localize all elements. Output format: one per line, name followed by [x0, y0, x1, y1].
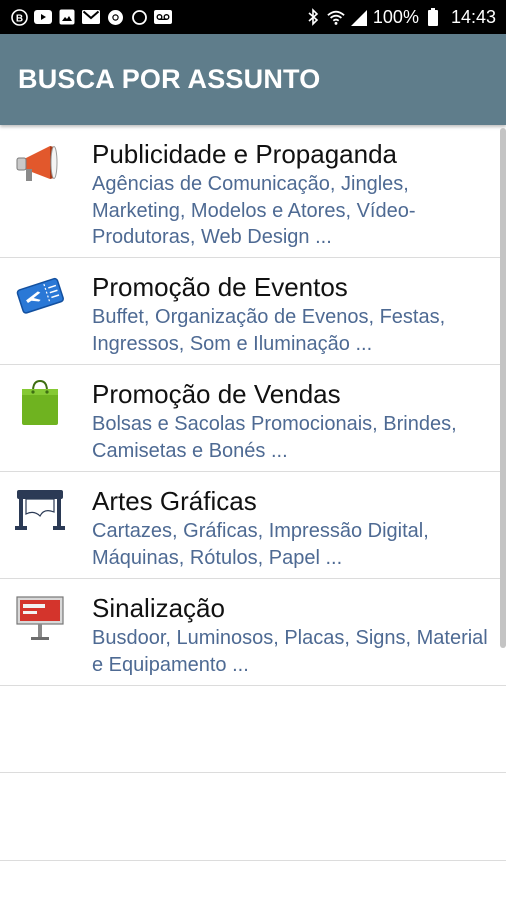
empty-row-divider — [0, 860, 506, 861]
category-description: Agências de Comunicação, Jingles, Market… — [92, 173, 416, 248]
notification-icons: B — [10, 8, 172, 26]
svg-text:B: B — [15, 13, 22, 24]
category-item-vendas[interactable]: Promoção de Vendas Bolsas e Sacolas Prom… — [0, 365, 506, 472]
bluetooth-icon — [304, 8, 322, 26]
page-title: BUSCA POR ASSUNTO — [18, 64, 321, 94]
chrome-icon — [106, 8, 124, 26]
category-title: Sinalização — [92, 593, 225, 623]
battery-percent: 100% — [372, 6, 419, 27]
wifi-icon — [327, 8, 345, 26]
category-description: Cartazes, Gráficas, Impressão Digital, M… — [92, 520, 429, 569]
ticket-icon — [14, 274, 66, 322]
category-item-artes-graficas[interactable]: Artes Gráficas Cartazes, Gráficas, Impre… — [0, 472, 506, 579]
category-item-publicidade[interactable]: Publicidade e Propaganda Agências de Com… — [0, 125, 506, 258]
system-status: 100% 14:43 — [304, 7, 496, 28]
gallery-icon — [58, 8, 76, 26]
gmail-icon — [82, 8, 100, 26]
youtube-icon — [34, 8, 52, 26]
signal-icon — [350, 8, 368, 26]
category-title: Promoção de Vendas — [92, 379, 341, 409]
category-description: Busdoor, Luminosos, Placas, Signs, Mater… — [92, 627, 488, 676]
category-item-sinalizacao[interactable]: Sinalização Busdoor, Luminosos, Placas, … — [0, 579, 506, 686]
app-bar: BUSCA POR ASSUNTO — [0, 34, 506, 125]
category-title: Publicidade e Propaganda — [92, 139, 398, 169]
category-list: Publicidade e Propaganda Agências de Com… — [0, 125, 506, 686]
category-title: Artes Gráficas — [92, 486, 257, 516]
status-bar: B 100% 14:43 — [0, 0, 506, 34]
voicemail-icon — [154, 8, 172, 26]
category-description: Bolsas e Sacolas Promocionais, Brindes, … — [92, 413, 457, 462]
billboard-icon — [14, 593, 66, 641]
category-item-eventos[interactable]: Promoção de Eventos Buffet, Organização … — [0, 258, 506, 365]
battery-icon — [424, 8, 442, 26]
circle-icon — [130, 8, 148, 26]
scrollbar[interactable] — [500, 128, 506, 648]
megaphone-icon — [14, 141, 66, 189]
empty-row-divider — [0, 772, 506, 773]
category-description: Buffet, Organização de Evenos, Festas, I… — [92, 306, 446, 355]
clock: 14:43 — [450, 6, 496, 27]
b-circle-icon: B — [10, 8, 28, 26]
shopping-bag-icon — [14, 377, 66, 425]
category-title: Promoção de Eventos — [92, 272, 348, 302]
printer-icon — [14, 486, 66, 534]
